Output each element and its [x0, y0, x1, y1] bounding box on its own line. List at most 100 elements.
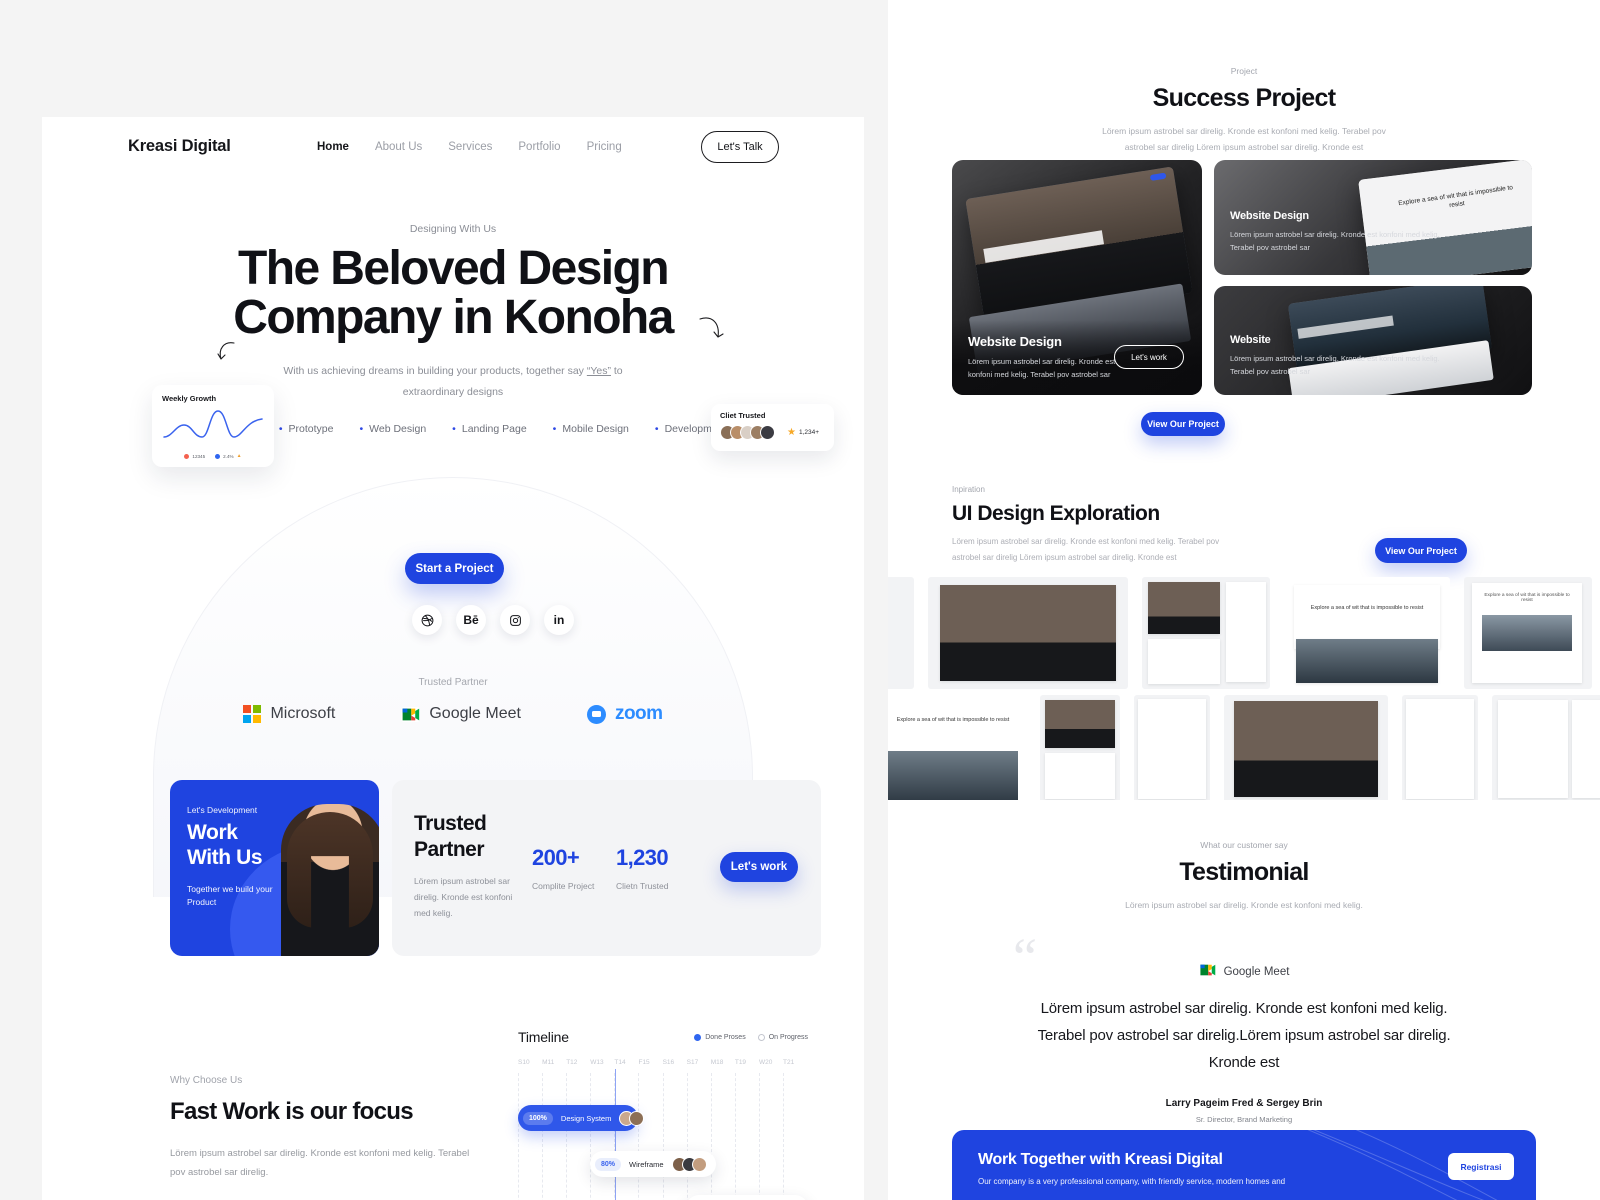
success-subtitle-line-2: astrobel sar direlig Lörem ipsum astrobe… — [1124, 142, 1364, 153]
lets-work-button[interactable]: Let's work — [720, 852, 798, 882]
project-card-website-design-top-right[interactable]: Explore a sea of wit that is impossible … — [1214, 160, 1532, 275]
project-lets-work-button[interactable]: Let's work — [1114, 345, 1184, 369]
timeline-day: W13 — [590, 1059, 604, 1066]
lets-talk-button[interactable]: Let's Talk — [701, 131, 779, 163]
timeline-task-ui-design[interactable]: 40% UI Design — [686, 1195, 808, 1200]
timeline-day: M18 — [710, 1059, 724, 1066]
tag-landing-page: Landing Page — [452, 423, 527, 435]
thumbnail[interactable] — [1142, 577, 1270, 689]
timeline-task-design-system[interactable]: 100% Design System — [518, 1105, 645, 1131]
stats-title: Trusted Partner — [414, 811, 532, 862]
legend-dot-red — [184, 453, 190, 459]
thumbnail[interactable] — [928, 577, 1128, 689]
thumbnail[interactable]: Explore a sea of wit that is impossible … — [1464, 577, 1592, 689]
weekly-growth-legend: 12345 2.4% ▲ — [162, 453, 264, 459]
nav-item-home[interactable]: Home — [317, 141, 349, 153]
landing-page-left: Kreasi Digital Home About Us Services Po… — [42, 117, 864, 1200]
project-cards-grid: Website Design Lörem ipsum astrobel sar … — [952, 160, 1532, 395]
stat-caption: Complite Project — [532, 881, 595, 891]
nav-item-portfolio[interactable]: Portfolio — [518, 141, 560, 153]
screenshot-stage: Kreasi Digital Home About Us Services Po… — [0, 0, 1600, 1200]
microsoft-label: Microsoft — [270, 705, 336, 722]
thumbnail[interactable] — [1402, 695, 1478, 800]
partner-logos: Microsoft Google Meet zoom — [42, 703, 864, 725]
microsoft-logo: Microsoft — [243, 705, 335, 723]
timeline-gridlines — [518, 1073, 808, 1200]
testimonial-brand: Google Meet — [888, 963, 1600, 980]
zoom-logo: zoom — [586, 703, 663, 725]
linkedin-icon[interactable]: in — [544, 605, 574, 635]
registrasi-button[interactable]: Registrasi — [1448, 1153, 1514, 1180]
exploration-eyebrow: Inpiration — [952, 485, 985, 494]
why-eyebrow: Why Choose Us — [170, 1075, 243, 1086]
timeline-day: M11 — [542, 1059, 555, 1066]
timeline-day: S16 — [662, 1059, 675, 1066]
project-card-website-design-large[interactable]: Website Design Lörem ipsum astrobel sar … — [952, 160, 1202, 395]
brand-logo[interactable]: Kreasi Digital — [128, 137, 231, 156]
zoom-icon — [586, 704, 606, 724]
work-card-title-line-2: With Us — [187, 845, 263, 869]
weekly-growth-title: Weekly Growth — [162, 394, 217, 403]
timeline-title: Timeline — [518, 1029, 569, 1045]
thumbnail[interactable] — [1492, 695, 1600, 800]
nav-item-about-us[interactable]: About Us — [375, 141, 422, 153]
timeline-day: F15 — [638, 1059, 650, 1066]
dribbble-icon[interactable] — [412, 605, 442, 635]
nav-item-services[interactable]: Services — [448, 141, 492, 153]
instagram-icon[interactable] — [500, 605, 530, 635]
social-links: Bē in — [412, 605, 574, 635]
cta-description: Our company is a very professional compa… — [978, 1177, 1286, 1186]
thumbnail[interactable] — [888, 577, 914, 689]
stat-number: 1,230 — [616, 845, 669, 870]
work-card-content: Let's Development Work With Us Together … — [187, 805, 297, 910]
nav-item-pricing[interactable]: Pricing — [587, 141, 622, 153]
timeline-day: T19 — [734, 1059, 747, 1066]
project-card-overlay: Website Design Lörem ipsum astrobel sar … — [1214, 210, 1532, 254]
view-our-project-button-top[interactable]: View Our Project — [1141, 412, 1225, 436]
tag-prototype: Prototype — [279, 423, 334, 435]
avatar — [760, 425, 775, 440]
thumbnail-headline: Explore a sea of wit that is impossible … — [1310, 605, 1424, 611]
thumbnail[interactable]: Explore a sea of wit that is impossible … — [1284, 577, 1450, 689]
thumbnail[interactable] — [1224, 695, 1388, 800]
behance-icon[interactable]: Bē — [456, 605, 486, 635]
start-a-project-button[interactable]: Start a Project — [405, 553, 504, 584]
landing-page-right: Project Success Project Lörem ipsum astr… — [888, 0, 1600, 1200]
testimonial-author: Larry Pageim Fred & Sergey Brin — [1165, 1098, 1323, 1110]
microsoft-icon — [243, 705, 262, 723]
exploration-thumbnail-grid: Explore a sea of wit that is impossible … — [888, 575, 1600, 800]
nav-links: Home About Us Services Portfolio Pricing — [317, 141, 622, 153]
project-card-desc: Lörem ipsum astrobel sar direlig. Kronde… — [1230, 354, 1440, 377]
project-card-desc: Lörem ipsum astrobel sar direlig. Kronde… — [968, 356, 1116, 379]
google-meet-logo: Google Meet — [401, 705, 521, 723]
success-eyebrow: Project — [1230, 66, 1258, 76]
timeline-day: S17 — [686, 1059, 699, 1066]
thumbnail[interactable] — [1040, 695, 1120, 800]
work-card-subtitle: Together we build your Product — [187, 883, 273, 908]
tag-web-design: Web Design — [359, 423, 426, 435]
view-our-project-button-exploration[interactable]: View Our Project — [1375, 538, 1467, 563]
legend-item-value: 12345 — [184, 453, 205, 459]
work-card-title: Work With Us — [187, 821, 297, 871]
trusted-partner-label: Trusted Partner — [418, 677, 488, 688]
stat-number: 200+ — [532, 845, 580, 870]
task-avatars — [619, 1110, 645, 1126]
thumbnail[interactable]: Explore a sea of wit that is impossible … — [888, 695, 1026, 800]
legend-done-proses[interactable]: Done Proses — [694, 1033, 746, 1041]
client-trusted-row: ★ 1,234+ — [720, 425, 825, 440]
task-progress: 80% — [595, 1157, 622, 1171]
timeline-task-wireframe[interactable]: 80% Wireframe — [590, 1151, 716, 1177]
testimonial-title: Testimonial — [1179, 858, 1309, 886]
legend-dot-outline — [757, 1033, 765, 1041]
project-card-website-bottom-right[interactable]: Website Lörem ipsum astrobel sar direlig… — [1214, 286, 1532, 395]
task-label: Wireframe — [629, 1159, 664, 1169]
hero-yes-highlight: “Yes” — [586, 364, 611, 377]
weekly-growth-card: Weekly Growth 12345 2.4% ▲ — [152, 385, 274, 467]
work-card-eyebrow: Let's Development — [187, 805, 258, 815]
legend-on-progress[interactable]: On Progress — [757, 1033, 808, 1041]
legend-item-percent: 2.4% ▲ — [215, 453, 242, 459]
task-progress: 100% — [523, 1111, 553, 1125]
timeline-day: W20 — [758, 1059, 773, 1066]
thumbnail[interactable] — [1134, 695, 1210, 800]
why-choose-us-section: Why Choose Us Fast Work is our focus Lör… — [170, 1075, 470, 1182]
